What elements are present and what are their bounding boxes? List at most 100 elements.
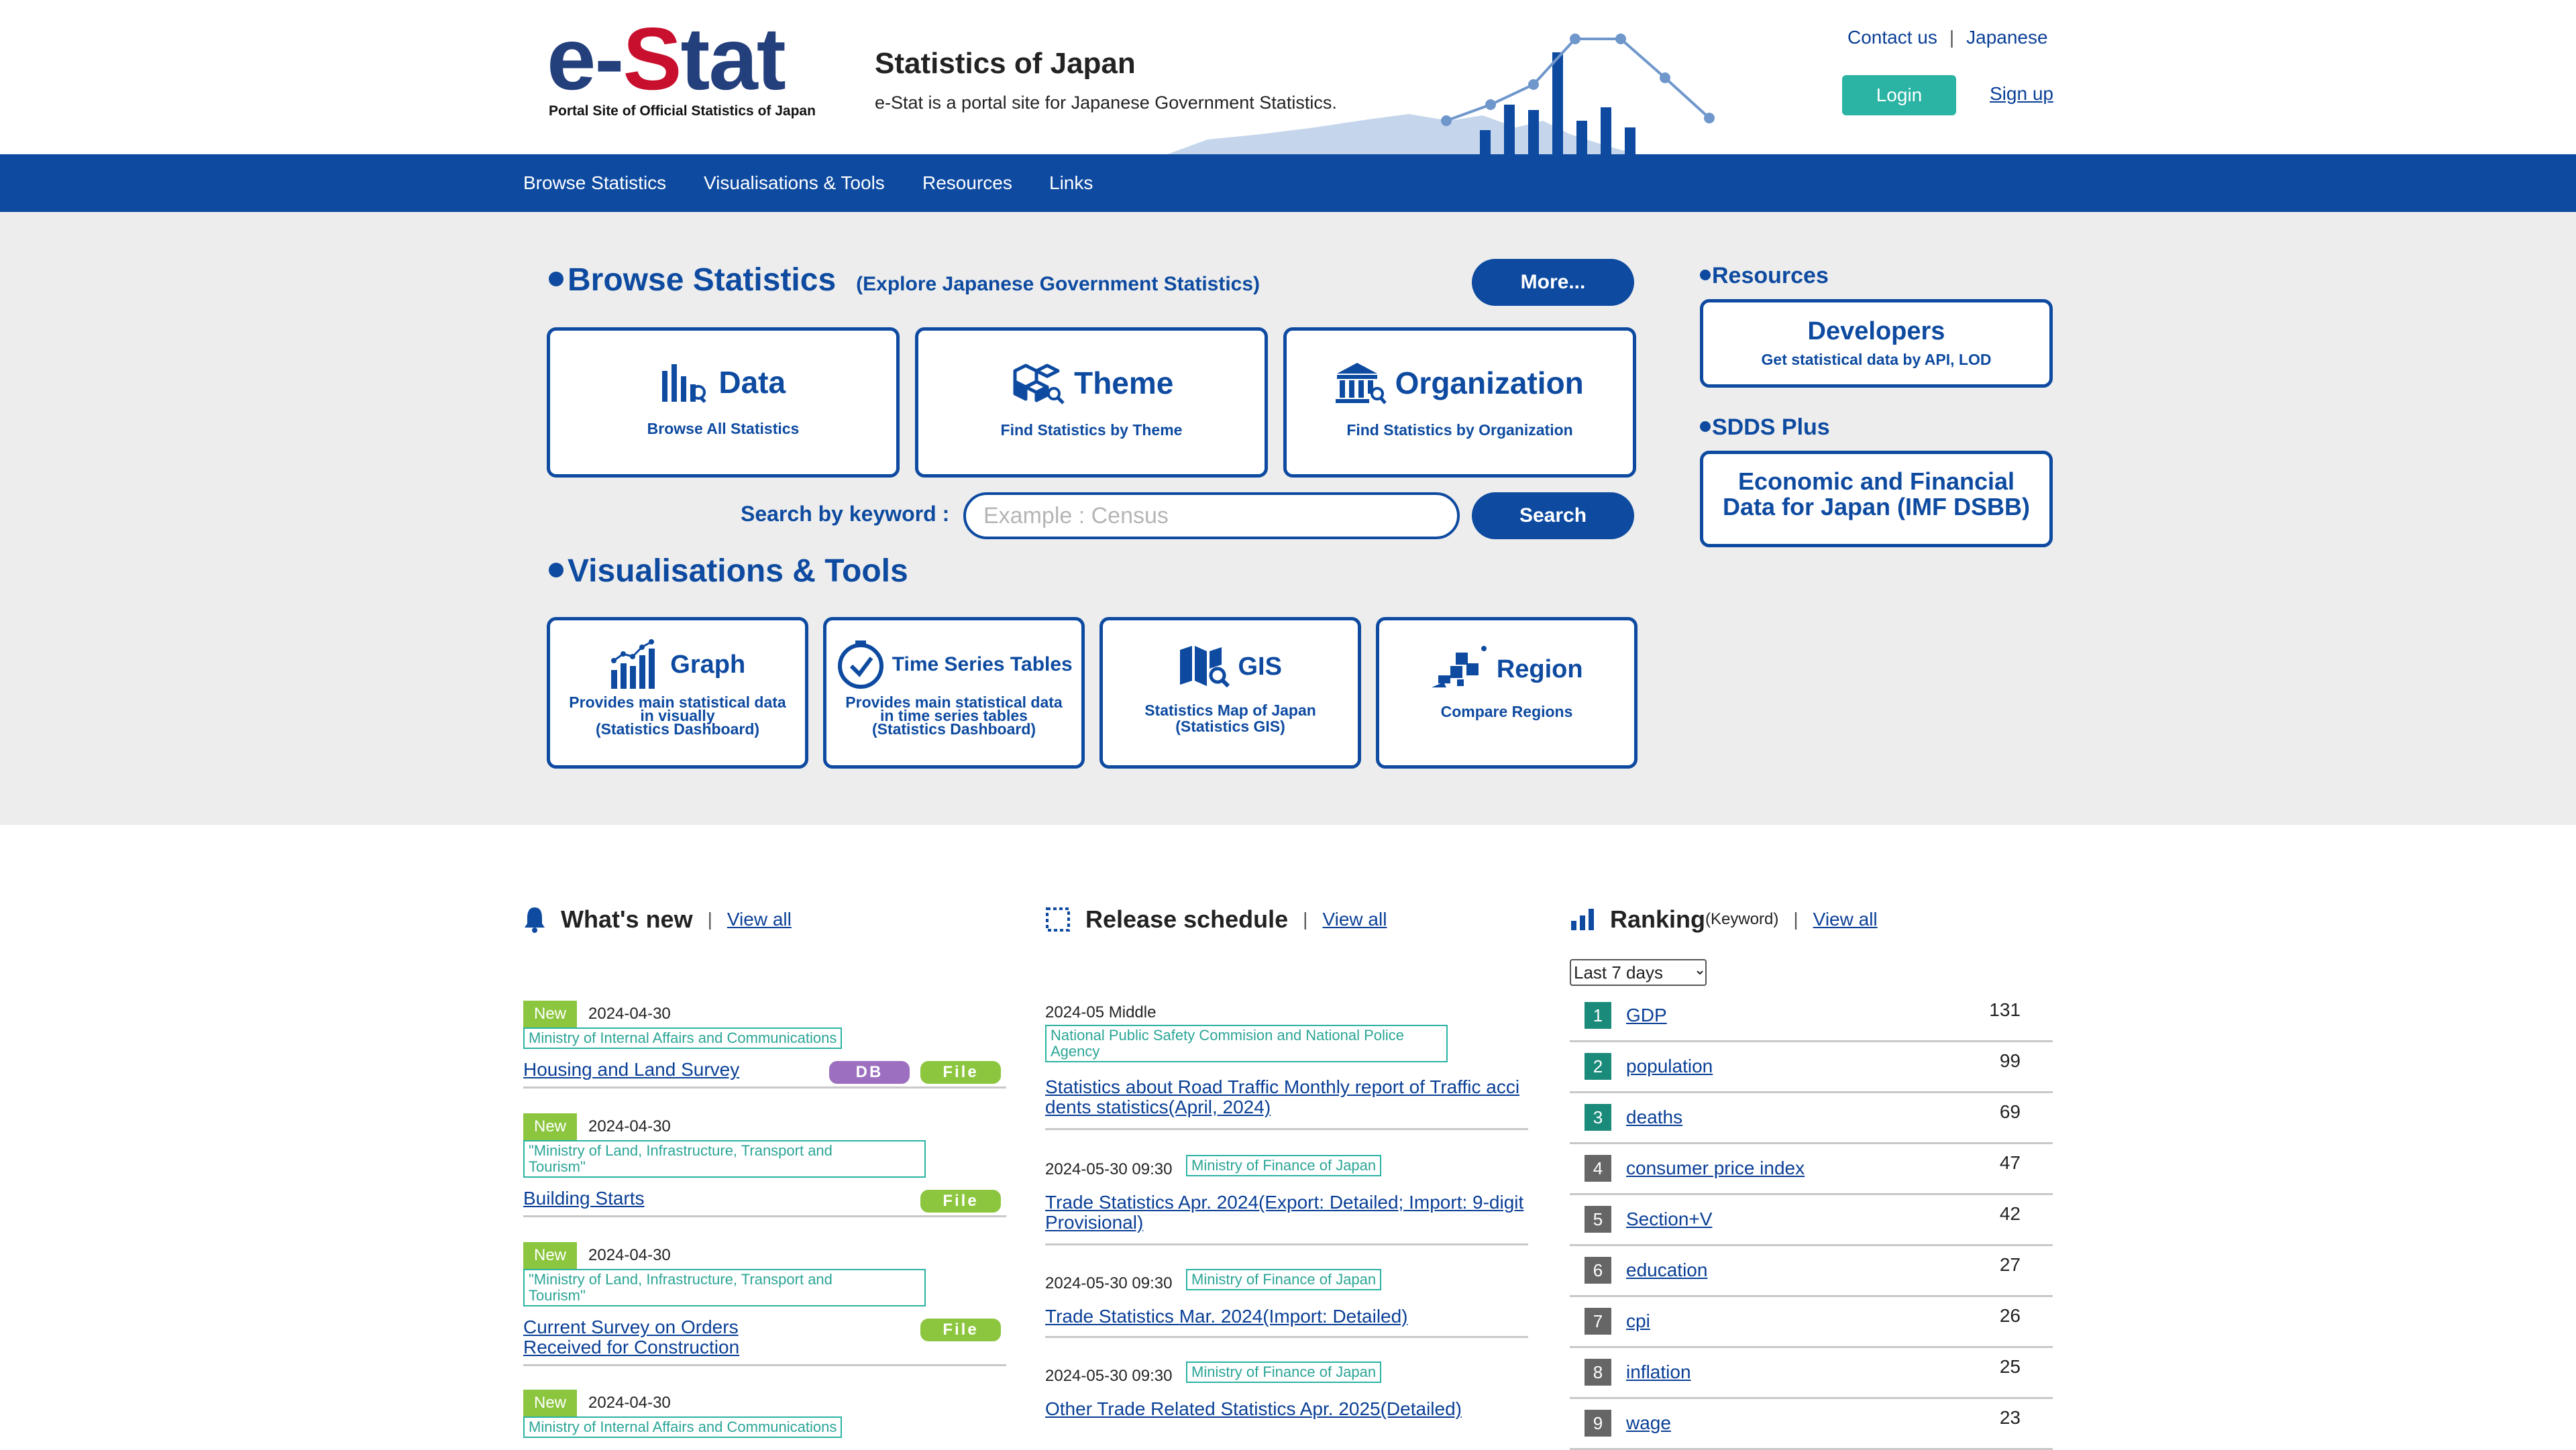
- file-tag[interactable]: File: [920, 1190, 1001, 1213]
- card-gis-subtitle: Statistics Map of Japan (Statistics GIS): [1144, 702, 1316, 735]
- card-organization[interactable]: Organization Find Statistics by Organiza…: [1283, 327, 1636, 478]
- release-link[interactable]: Statistics about Road Traffic Monthly re…: [1045, 1077, 1519, 1117]
- rank-number: 7: [1585, 1308, 1611, 1335]
- whats-new-view-all[interactable]: View all: [727, 909, 792, 930]
- sdds-card-text: Economic and Financial Data for Japan (IM…: [1722, 467, 2031, 520]
- card-graph[interactable]: Graph Provides main statistical data in v…: [547, 617, 808, 769]
- clock-icon: [838, 640, 884, 689]
- item-date: 2024-04-30: [588, 1394, 671, 1412]
- rank-count: 25: [1999, 1356, 2021, 1377]
- nav-links[interactable]: Links: [1049, 154, 1093, 212]
- browse-subtitle: (Explore Japanese Government Statistics): [856, 273, 1260, 295]
- db-tag[interactable]: DB: [829, 1061, 910, 1084]
- bullet-icon: [1700, 421, 1711, 433]
- card-gis-title: GIS: [1238, 652, 1282, 681]
- card-time-series-title: Time Series Tables: [892, 653, 1073, 675]
- ministry-tag[interactable]: "Ministry of Land, Infrastructure, Trans…: [523, 1269, 926, 1306]
- ranking-title-note: (Keyword): [1705, 910, 1779, 928]
- rank-keyword-link[interactable]: cpi: [1626, 1310, 1650, 1332]
- header-separator: |: [707, 909, 712, 930]
- search-button[interactable]: Search: [1472, 492, 1634, 539]
- ranking-row: 3 deaths 69: [1570, 1093, 2053, 1144]
- ministry-tag[interactable]: Ministry of Internal Affairs and Communi…: [523, 1027, 843, 1049]
- nav-resources[interactable]: Resources: [922, 154, 1012, 212]
- divider: [523, 1364, 1006, 1366]
- release-view-all[interactable]: View all: [1322, 909, 1387, 930]
- divider: [523, 1086, 1006, 1089]
- whats-new-link[interactable]: Building Starts: [523, 1188, 645, 1209]
- ministry-tag[interactable]: National Public Safety Commision and Nat…: [1045, 1025, 1448, 1062]
- card-time-series-subtitle: Provides main statistical data in time se…: [845, 693, 1063, 738]
- card-time-series-tables[interactable]: Time Series Tables Provides main statist…: [823, 617, 1085, 769]
- header-chart-illustration: [1167, 34, 1715, 154]
- rank-keyword-link[interactable]: wage: [1626, 1412, 1671, 1434]
- bullet-icon: [549, 563, 564, 578]
- ranking-row: 8 inflation 25: [1570, 1348, 2053, 1399]
- file-tag[interactable]: File: [920, 1061, 1001, 1084]
- developers-subtitle: Get statistical data by API, LOD: [1761, 351, 1992, 368]
- nav-visualisations-tools[interactable]: Visualisations & Tools: [704, 154, 885, 212]
- release-date: 2024-05 Middle: [1045, 1003, 1157, 1021]
- ranking-view-all[interactable]: View all: [1813, 909, 1878, 930]
- card-sdds-plus[interactable]: Economic and Financial Data for Japan (IM…: [1700, 451, 2053, 547]
- rank-keyword-link[interactable]: inflation: [1626, 1361, 1691, 1383]
- map-search-icon: [1180, 646, 1230, 688]
- ministry-tag[interactable]: Ministry of Finance of Japan: [1186, 1361, 1382, 1383]
- release-link[interactable]: Trade Statistics Apr. 2024(Export: Detai…: [1045, 1192, 1523, 1233]
- logo-wordmark: e-Stat: [547, 9, 786, 108]
- card-region[interactable]: Region Compare Regions: [1376, 617, 1638, 769]
- ranking-title: Ranking: [1610, 905, 1706, 933]
- card-gis[interactable]: GIS Statistics Map of Japan (Statistics G…: [1099, 617, 1361, 769]
- keyword-search-input[interactable]: [963, 492, 1460, 539]
- rank-keyword-link[interactable]: deaths: [1626, 1107, 1682, 1128]
- card-region-title: Region: [1496, 655, 1583, 683]
- item-date: 2024-04-30: [588, 1246, 671, 1264]
- divider: [1045, 1243, 1528, 1245]
- card-region-subtitle: Compare Regions: [1440, 703, 1573, 720]
- card-data[interactable]: Data Browse All Statistics: [547, 327, 900, 478]
- estat-logo[interactable]: e-Stat Portal Site of Official Statistic…: [547, 9, 816, 119]
- contact-us-link[interactable]: Contact us: [1847, 27, 1937, 48]
- main-nav: Browse Statistics Visualisations & Tools…: [0, 154, 2576, 212]
- rank-keyword-link[interactable]: GDP: [1626, 1005, 1667, 1026]
- japanese-language-link[interactable]: Japanese: [1966, 27, 2047, 48]
- search-label: Search by keyword :: [741, 502, 950, 526]
- ministry-tag[interactable]: Ministry of Internal Affairs and Communi…: [523, 1416, 843, 1438]
- link-separator: |: [1949, 27, 1955, 48]
- ministry-tag[interactable]: Ministry of Finance of Japan: [1186, 1269, 1382, 1290]
- release-link[interactable]: Trade Statistics Mar. 2024(Import: Detai…: [1045, 1306, 1408, 1327]
- new-badge: New: [523, 1113, 577, 1140]
- card-data-subtitle: Browse All Statistics: [647, 420, 800, 437]
- release-schedule-header: Release schedule | View all: [1045, 905, 1387, 934]
- bullet-icon: [1700, 270, 1711, 281]
- card-theme[interactable]: Theme Find Statistics by Theme: [915, 327, 1268, 478]
- signup-link[interactable]: Sign up: [1990, 83, 2053, 105]
- rank-keyword-link[interactable]: consumer price index: [1626, 1158, 1805, 1179]
- rank-count: 69: [1999, 1101, 2021, 1122]
- ranking-row: 6 education 27: [1570, 1246, 2053, 1297]
- rank-keyword-link[interactable]: education: [1626, 1260, 1707, 1281]
- visualisations-heading: Visualisations & Tools: [549, 553, 908, 590]
- card-developers[interactable]: Developers Get statistical data by API, …: [1700, 299, 2053, 388]
- rank-count: 27: [1999, 1254, 2021, 1275]
- ministry-tag[interactable]: Ministry of Finance of Japan: [1186, 1155, 1382, 1176]
- nav-browse-statistics[interactable]: Browse Statistics: [523, 154, 666, 212]
- rank-number: 3: [1585, 1104, 1611, 1131]
- top-links: Contact us | Japanese: [1847, 27, 2048, 48]
- card-organization-title: Organization: [1395, 366, 1584, 400]
- more-button[interactable]: More...: [1472, 259, 1634, 306]
- rank-number: 1: [1585, 1002, 1611, 1029]
- bell-icon: [525, 907, 545, 933]
- rank-keyword-link[interactable]: Section+V: [1626, 1209, 1712, 1230]
- whats-new-link[interactable]: Current Survey on Orders Received for Con…: [523, 1317, 739, 1357]
- ranking-period-select[interactable]: Last 7 days: [1570, 959, 1707, 986]
- release-link[interactable]: Other Trade Related Statistics Apr. 2025…: [1045, 1399, 1462, 1419]
- login-button[interactable]: Login: [1842, 75, 1956, 115]
- whats-new-link[interactable]: Housing and Land Survey: [523, 1060, 739, 1080]
- card-theme-title: Theme: [1074, 366, 1174, 400]
- file-tag[interactable]: File: [920, 1319, 1001, 1341]
- rank-count: 47: [1999, 1152, 2021, 1173]
- ministry-tag[interactable]: "Ministry of Land, Infrastructure, Trans…: [523, 1140, 926, 1178]
- rank-keyword-link[interactable]: population: [1626, 1056, 1713, 1077]
- rank-number: 5: [1585, 1206, 1611, 1233]
